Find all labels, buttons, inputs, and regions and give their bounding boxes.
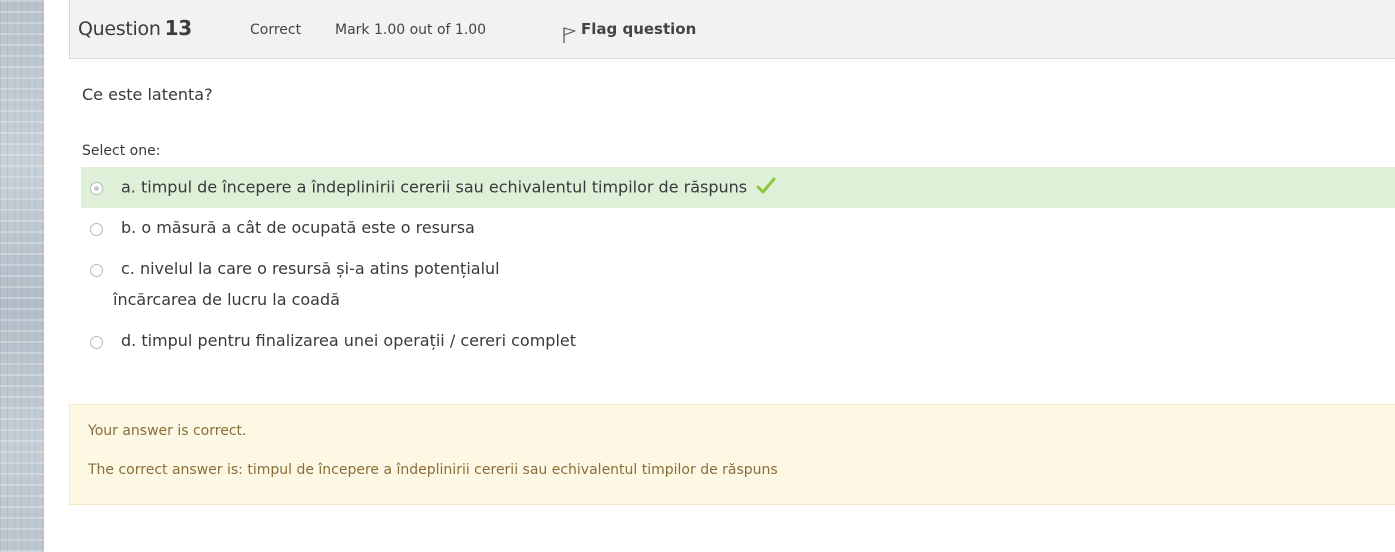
background-wood-strip — [0, 0, 44, 552]
answer-option-a[interactable]: a. timpul de începere a îndeplinirii cer… — [81, 167, 1395, 208]
answer-option-b[interactable]: b. o măsură a cât de ocupată este o resu… — [81, 208, 1395, 249]
answer-option-c[interactable]: c. nivelul la care o resursă și-a atins … — [81, 249, 1395, 321]
answer-b-radio[interactable] — [90, 223, 103, 236]
question-number: 13 — [164, 16, 193, 40]
question-info-bar: Question 13 Correct Mark 1.00 out of 1.00… — [69, 0, 1395, 59]
flag-question-label: Flag question — [581, 20, 697, 38]
flag-question-button[interactable]: Flag question — [562, 20, 696, 48]
answer-a-radio[interactable] — [90, 182, 103, 195]
flag-icon — [562, 20, 581, 48]
right-answer-feedback: The correct answer is: timpul de începer… — [88, 462, 778, 478]
answer-c-radio[interactable] — [90, 264, 103, 277]
select-one-prompt: Select one: — [82, 143, 161, 159]
answer-c-extra-text: încărcarea de lucru la coadă — [113, 290, 340, 309]
general-feedback: Your answer is correct. — [88, 423, 247, 439]
question-grade: Mark 1.00 out of 1.00 — [335, 22, 487, 38]
answer-d-label: d. timpul pentru finalizarea unei operaț… — [121, 331, 577, 350]
answer-d-radio[interactable] — [90, 336, 103, 349]
answer-a-label: a. timpul de începere a îndeplinirii cer… — [121, 177, 748, 197]
answer-c-label: c. nivelul la care o resursă și-a atins … — [121, 259, 500, 278]
correct-check-icon — [756, 177, 776, 199]
answer-b-label: b. o măsură a cât de ocupată este o resu… — [121, 218, 475, 237]
question-label: Question — [78, 18, 161, 40]
feedback-box: Your answer is correct. The correct answ… — [69, 404, 1395, 505]
question-text: Ce este latenta? — [82, 85, 213, 104]
question-title: Question 13 — [78, 16, 192, 40]
question-state: Correct — [250, 22, 302, 38]
answer-option-d[interactable]: d. timpul pentru finalizarea unei operaț… — [81, 321, 1395, 362]
